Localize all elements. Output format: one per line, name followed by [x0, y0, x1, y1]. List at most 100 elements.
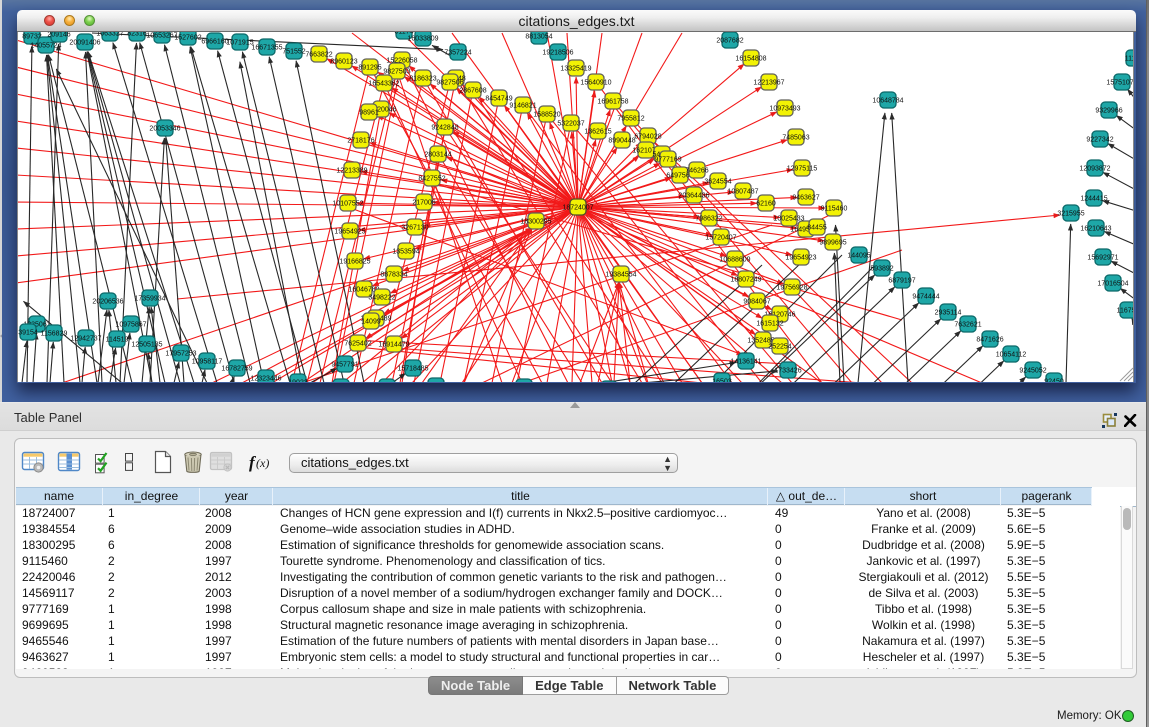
svg-text:9827506: 9827506	[436, 80, 463, 87]
svg-text:19384554: 19384554	[605, 272, 636, 279]
svg-text:9242848: 9242848	[431, 125, 458, 132]
svg-text:20206536: 20206536	[92, 299, 123, 306]
svg-text:12505135: 12505135	[131, 342, 162, 349]
svg-text:1071915: 1071915	[226, 40, 253, 47]
svg-text:16543362: 16543362	[368, 81, 399, 88]
svg-text:13325419: 13325419	[560, 66, 591, 73]
svg-text:15692971: 15692971	[1087, 255, 1118, 262]
svg-text:5322037: 5322037	[557, 121, 584, 128]
svg-text:10653267: 10653267	[146, 33, 177, 40]
svg-text:8471626: 8471626	[976, 337, 1003, 344]
svg-text:9457791: 9457791	[331, 362, 358, 369]
svg-text:16914479: 16914479	[378, 342, 409, 349]
svg-text:17957253: 17957253	[165, 351, 196, 358]
svg-text:6879197: 6879197	[888, 278, 915, 285]
svg-text:10654112: 10654112	[996, 352, 1027, 359]
svg-text:84455: 84455	[807, 225, 827, 232]
svg-text:10973493: 10973493	[769, 106, 800, 113]
svg-text:3498222: 3498222	[368, 295, 395, 302]
svg-text:3215955: 3215955	[1057, 211, 1084, 218]
svg-text:10807487: 10807487	[727, 189, 758, 196]
svg-text:891295: 891295	[358, 65, 381, 72]
svg-text:2087682: 2087682	[716, 38, 743, 45]
svg-text:10688609: 10688609	[719, 257, 750, 264]
svg-text:14055724: 14055724	[30, 43, 61, 50]
svg-text:10958117: 10958117	[192, 359, 223, 366]
svg-text:16210643: 16210643	[1080, 226, 1111, 233]
svg-text:2803144: 2803144	[424, 152, 451, 159]
svg-text:19654923: 19654923	[785, 255, 816, 262]
svg-text:6966160: 6966160	[201, 39, 228, 46]
svg-text:12975115: 12975115	[787, 166, 818, 173]
svg-text:8427552: 8427552	[418, 176, 445, 183]
svg-text:16961758: 16961758	[597, 99, 628, 106]
svg-text:593892: 593892	[870, 266, 893, 273]
svg-text:8960123: 8960123	[330, 59, 357, 66]
svg-text:39154: 39154	[18, 330, 38, 337]
svg-text:1156829: 1156829	[41, 331, 68, 338]
svg-text:14099: 14099	[361, 319, 381, 326]
svg-text:15718485: 15718485	[397, 366, 428, 373]
svg-text:1733426: 1733426	[774, 368, 801, 375]
svg-text:19654925: 19654925	[334, 229, 365, 236]
svg-text:19218506: 19218506	[542, 50, 573, 57]
svg-text:17359934: 17359934	[134, 296, 165, 303]
svg-text:209146: 209146	[47, 32, 70, 39]
svg-text:8990448: 8990448	[608, 138, 635, 145]
svg-text:9329966: 9329966	[1095, 108, 1122, 115]
svg-text:9245052: 9245052	[1019, 368, 1046, 375]
svg-text:16782759: 16782759	[221, 366, 252, 373]
svg-text:14136141: 14136141	[730, 359, 761, 366]
svg-text:1527602: 1527602	[174, 35, 201, 42]
svg-text:9899695: 9899695	[819, 240, 846, 247]
svg-text:3267130: 3267130	[401, 225, 428, 232]
svg-text:12213967: 12213967	[753, 80, 784, 87]
svg-text:8454749: 8454749	[485, 96, 512, 103]
svg-text:7357224: 7357224	[444, 50, 471, 57]
svg-text:144095: 144095	[847, 253, 870, 260]
svg-text:11123: 11123	[1125, 56, 1134, 63]
svg-text:252254: 252254	[768, 344, 791, 351]
svg-text:12213389: 12213389	[336, 168, 367, 175]
svg-text:15640910: 15640910	[580, 80, 611, 87]
svg-text:9084067: 9084067	[743, 299, 770, 306]
svg-text:12942737: 12942737	[70, 336, 101, 343]
svg-text:9115460: 9115460	[821, 206, 848, 213]
svg-text:92450: 92450	[1044, 379, 1064, 383]
svg-text:2867608: 2867608	[459, 88, 486, 95]
svg-text:746266: 746266	[685, 168, 708, 175]
svg-text:(x): (x)	[256, 456, 269, 470]
svg-text:17016504: 17016504	[1097, 281, 1128, 288]
svg-text:9474444: 9474444	[912, 294, 939, 301]
svg-text:18724007: 18724007	[562, 205, 593, 212]
svg-text:20364436: 20364436	[678, 193, 709, 200]
svg-text:1244415: 1244415	[1080, 196, 1107, 203]
svg-text:7632621: 7632621	[954, 322, 981, 329]
svg-text:10975867: 10975867	[115, 322, 146, 329]
svg-text:9146821: 9146821	[509, 103, 536, 110]
svg-text:116753: 116753	[1117, 308, 1134, 315]
svg-text:19166825: 19166825	[339, 259, 370, 266]
svg-text:8186323: 8186323	[409, 76, 436, 83]
svg-text:6794028: 6794028	[634, 134, 661, 141]
svg-text:18807249: 18807249	[730, 277, 761, 284]
svg-text:1353594: 1353594	[392, 249, 419, 256]
svg-text:1063327: 1063327	[96, 32, 123, 38]
svg-text:3624554: 3624554	[704, 179, 731, 186]
svg-text:9777169: 9777169	[654, 157, 681, 164]
svg-text:1588520: 1588520	[533, 112, 560, 119]
svg-text:20091406: 20091406	[69, 40, 100, 47]
svg-text:16503: 16503	[712, 379, 732, 383]
svg-text:18300295: 18300295	[520, 219, 551, 226]
svg-text:82316: 82316	[127, 32, 147, 38]
svg-text:2935114: 2935114	[935, 310, 962, 317]
svg-text:7663822: 7663822	[305, 52, 332, 59]
svg-text:9227342: 9227342	[1086, 137, 1113, 144]
svg-text:16671355: 16671355	[251, 45, 282, 52]
svg-text:9463627: 9463627	[792, 195, 819, 202]
svg-text:7625402: 7625402	[344, 341, 371, 348]
svg-text:217006: 217006	[412, 200, 435, 207]
svg-text:8813054: 8813054	[525, 34, 552, 41]
svg-text:10648784: 10648784	[872, 98, 903, 105]
svg-text:15720407: 15720407	[705, 235, 736, 242]
